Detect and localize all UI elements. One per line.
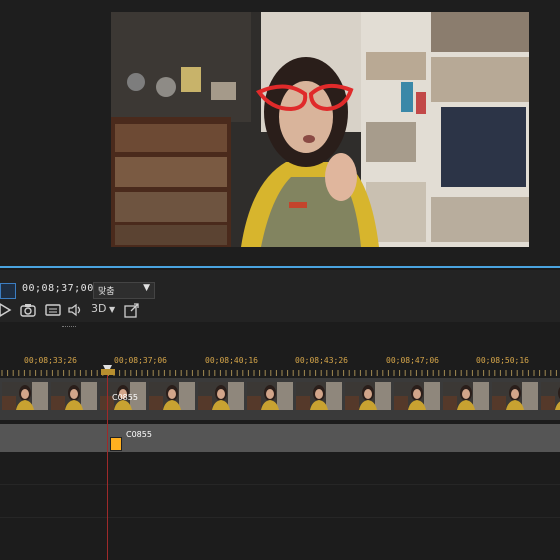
mode-3d-button[interactable]: 3D ▼ — [91, 302, 115, 318]
video-frame-image — [111, 12, 529, 247]
subtitle-icon[interactable] — [45, 302, 61, 318]
video-preview[interactable] — [111, 12, 529, 247]
audio-track[interactable] — [0, 424, 560, 452]
ruler-label: 00;08;40;16 — [205, 356, 258, 365]
video-thumbnail — [541, 382, 560, 410]
panel-grip[interactable] — [62, 326, 76, 329]
video-thumbnail — [296, 382, 342, 410]
ruler-ticks — [1, 370, 557, 376]
chevron-down-icon: ▼ — [106, 305, 116, 314]
video-thumbnail — [198, 382, 244, 410]
ruler-label: 00;08;50;16 — [476, 356, 529, 365]
video-thumbnail — [345, 382, 391, 410]
ruler-label: 00;08;43;26 — [295, 356, 348, 365]
external-link-icon[interactable] — [124, 302, 140, 318]
camera-icon[interactable] — [20, 302, 36, 318]
video-thumbnail — [51, 382, 97, 410]
video-clip-label: C0855 — [112, 393, 138, 402]
ruler-label: 00;08;47;06 — [386, 356, 439, 365]
audio-clip-label: C0855 — [126, 430, 152, 439]
video-thumbnail — [394, 382, 440, 410]
ruler-label: 00;08;37;06 — [114, 356, 167, 365]
track-divider — [0, 517, 560, 518]
video-thumbnail — [247, 382, 293, 410]
chevron-down-icon: ▼ — [143, 283, 150, 293]
timecode-indicator — [0, 283, 16, 299]
ruler-label: 00;08;33;26 — [24, 356, 77, 365]
panel-divider[interactable] — [0, 266, 560, 268]
video-thumbnail — [2, 382, 48, 410]
track-divider — [0, 484, 560, 485]
audio-marker[interactable] — [110, 437, 122, 451]
playhead[interactable] — [107, 366, 108, 560]
speaker-icon[interactable] — [67, 302, 83, 318]
video-thumbnail — [492, 382, 538, 410]
video-thumbnail — [149, 382, 195, 410]
timecode-display[interactable]: 00;08;37;00 — [22, 283, 94, 294]
fit-dropdown[interactable]: 맞춤 ▼ — [93, 282, 155, 299]
play-icon[interactable] — [0, 302, 12, 318]
mode-3d-label: 3D — [91, 302, 107, 315]
video-thumbnail — [443, 382, 489, 410]
in-point-marker — [101, 369, 115, 375]
player-controls — [0, 270, 560, 322]
fit-dropdown-label: 맞춤 — [98, 287, 115, 297]
